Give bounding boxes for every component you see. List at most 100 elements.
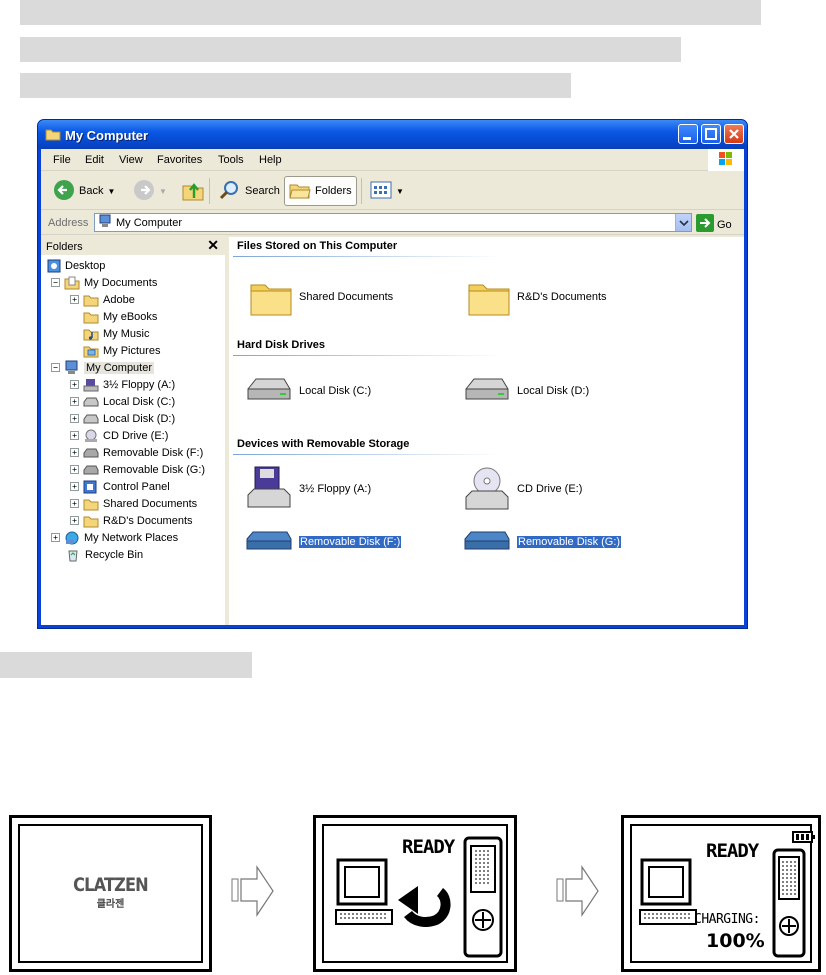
go-button[interactable]: Go — [696, 214, 732, 235]
expand-icon[interactable]: + — [70, 380, 79, 389]
tree-item-my-computer[interactable]: − My Computer — [51, 359, 155, 376]
folders-pane-header: Folders ✕ — [41, 237, 225, 255]
toolbar: Back ▼ ▼ Search Folders ▼ — [41, 172, 744, 210]
collapse-icon[interactable]: − — [51, 278, 60, 287]
tree-label: My eBooks — [103, 310, 158, 323]
toolbar-separator — [361, 178, 362, 204]
windows-logo-icon — [708, 149, 744, 171]
group-divider — [233, 256, 503, 257]
mp3-player-icon — [463, 836, 503, 958]
tree-item-recycle-bin[interactable]: Recycle Bin — [65, 546, 143, 563]
menu-edit[interactable]: Edit — [85, 154, 104, 166]
title-bar: My Computer — [38, 120, 747, 149]
views-button[interactable]: ▼ — [366, 176, 408, 206]
tree-item-removable-f[interactable]: + Removable Disk (F:) — [70, 444, 203, 461]
expand-icon[interactable]: + — [70, 448, 79, 457]
menu-file[interactable]: File — [53, 154, 71, 166]
group-header: Hard Disk Drives — [237, 339, 326, 351]
item-removable-g[interactable]: Removable Disk (G:) — [463, 529, 622, 555]
pc-icon — [639, 858, 697, 925]
address-field[interactable]: My Computer — [94, 213, 692, 232]
expand-icon[interactable]: + — [70, 414, 79, 423]
expand-icon[interactable]: + — [51, 533, 60, 542]
expand-icon[interactable]: + — [70, 397, 79, 406]
disk-icon — [247, 378, 291, 400]
tree-item-rd-documents[interactable]: + R&D's Documents — [70, 512, 193, 529]
tree-label: R&D's Documents — [103, 514, 193, 527]
tree-label: My Network Places — [84, 531, 179, 544]
tree-label: My Documents — [84, 276, 158, 289]
up-folder-button[interactable] — [177, 176, 209, 206]
logo-subtext: 클라젠 — [96, 899, 125, 910]
tree-item-control-panel[interactable]: + Control Panel — [70, 478, 170, 495]
item-label: Removable Disk (F:) — [299, 536, 402, 548]
menu-view[interactable]: View — [119, 154, 143, 166]
tree-item-local-disk-c[interactable]: + Local Disk (C:) — [70, 393, 175, 410]
removable-disk-icon — [464, 531, 510, 550]
expand-icon[interactable]: + — [70, 431, 79, 440]
item-floppy[interactable]: 3½ Floppy (A:) — [245, 465, 371, 513]
ready-label: READY — [402, 836, 455, 858]
close-pane-icon[interactable]: ✕ — [207, 237, 219, 254]
expand-icon[interactable]: + — [70, 465, 79, 474]
my-documents-icon — [64, 276, 80, 289]
dropdown-arrow-icon: ▼ — [107, 186, 116, 196]
tree-item-floppy[interactable]: + 3½ Floppy (A:) — [70, 376, 175, 393]
expand-icon[interactable]: + — [70, 482, 79, 491]
menu-favorites[interactable]: Favorites — [157, 154, 202, 166]
tree-item-my-ebooks[interactable]: My eBooks — [83, 308, 157, 325]
tree-label: Desktop — [65, 259, 106, 272]
tree-item-cd-drive[interactable]: + CD Drive (E:) — [70, 427, 168, 444]
folder-icon — [83, 312, 99, 323]
folders-button[interactable]: Folders — [284, 176, 357, 206]
network-icon — [65, 531, 79, 544]
item-removable-f[interactable]: Removable Disk (F:) — [245, 529, 402, 555]
device-screen-ready: READY — [313, 815, 517, 972]
forward-button[interactable]: ▼ — [129, 176, 171, 206]
charging-value: 100% — [706, 930, 765, 952]
right-arrow-icon — [556, 865, 599, 917]
device-screen-boot: CLATZEN 클라젠 — [9, 815, 212, 972]
search-button[interactable]: Search — [215, 176, 284, 206]
item-local-disk-c[interactable]: Local Disk (C:) — [245, 375, 371, 407]
gray-bar-4 — [0, 652, 252, 678]
menu-help[interactable]: Help — [259, 154, 282, 166]
mp3-player-icon — [772, 848, 806, 958]
control-panel-icon — [83, 480, 97, 493]
menu-tools[interactable]: Tools — [218, 154, 244, 166]
maximize-button[interactable] — [701, 124, 721, 144]
tree-item-removable-g[interactable]: + Removable Disk (G:) — [70, 461, 205, 478]
search-label: Search — [245, 185, 280, 197]
back-button[interactable]: Back ▼ — [49, 176, 119, 206]
tree-item-my-network-places[interactable]: + My Network Places — [51, 529, 178, 546]
logo-text: CLATZEN — [73, 874, 149, 896]
expand-icon[interactable]: + — [70, 295, 79, 304]
tree-item-shared-documents[interactable]: + Shared Documents — [70, 495, 197, 512]
search-icon — [219, 179, 241, 204]
item-cd-drive[interactable]: CD Drive (E:) — [463, 465, 582, 513]
tree-item-my-documents[interactable]: − My Documents — [51, 274, 157, 291]
collapse-icon[interactable]: − — [51, 363, 60, 372]
expand-icon[interactable]: + — [70, 499, 79, 508]
tree-item-local-disk-d[interactable]: + Local Disk (D:) — [70, 410, 175, 427]
tree-item-adobe[interactable]: + Adobe — [70, 291, 135, 308]
tree-item-desktop[interactable]: Desktop — [47, 257, 105, 274]
removable-disk-icon — [83, 465, 99, 474]
expand-icon[interactable]: + — [70, 516, 79, 525]
group-divider — [233, 454, 503, 455]
pc-icon — [335, 858, 393, 925]
item-local-disk-d[interactable]: Local Disk (D:) — [463, 375, 589, 407]
gray-bar-1 — [20, 0, 761, 25]
item-shared-documents[interactable]: Shared Documents — [249, 277, 393, 317]
cd-icon — [85, 429, 97, 442]
item-label: 3½ Floppy (A:) — [299, 483, 372, 495]
item-label: Removable Disk (G:) — [517, 536, 622, 548]
tree-label: 3½ Floppy (A:) — [103, 378, 176, 391]
tree-item-my-music[interactable]: My Music — [83, 325, 149, 342]
tree-label: My Computer — [84, 361, 155, 374]
close-button[interactable] — [724, 124, 744, 144]
minimize-button[interactable] — [678, 124, 698, 144]
address-dropdown-button[interactable] — [675, 214, 691, 231]
item-rd-documents[interactable]: R&D's Documents — [467, 277, 607, 317]
tree-item-my-pictures[interactable]: My Pictures — [83, 342, 160, 359]
